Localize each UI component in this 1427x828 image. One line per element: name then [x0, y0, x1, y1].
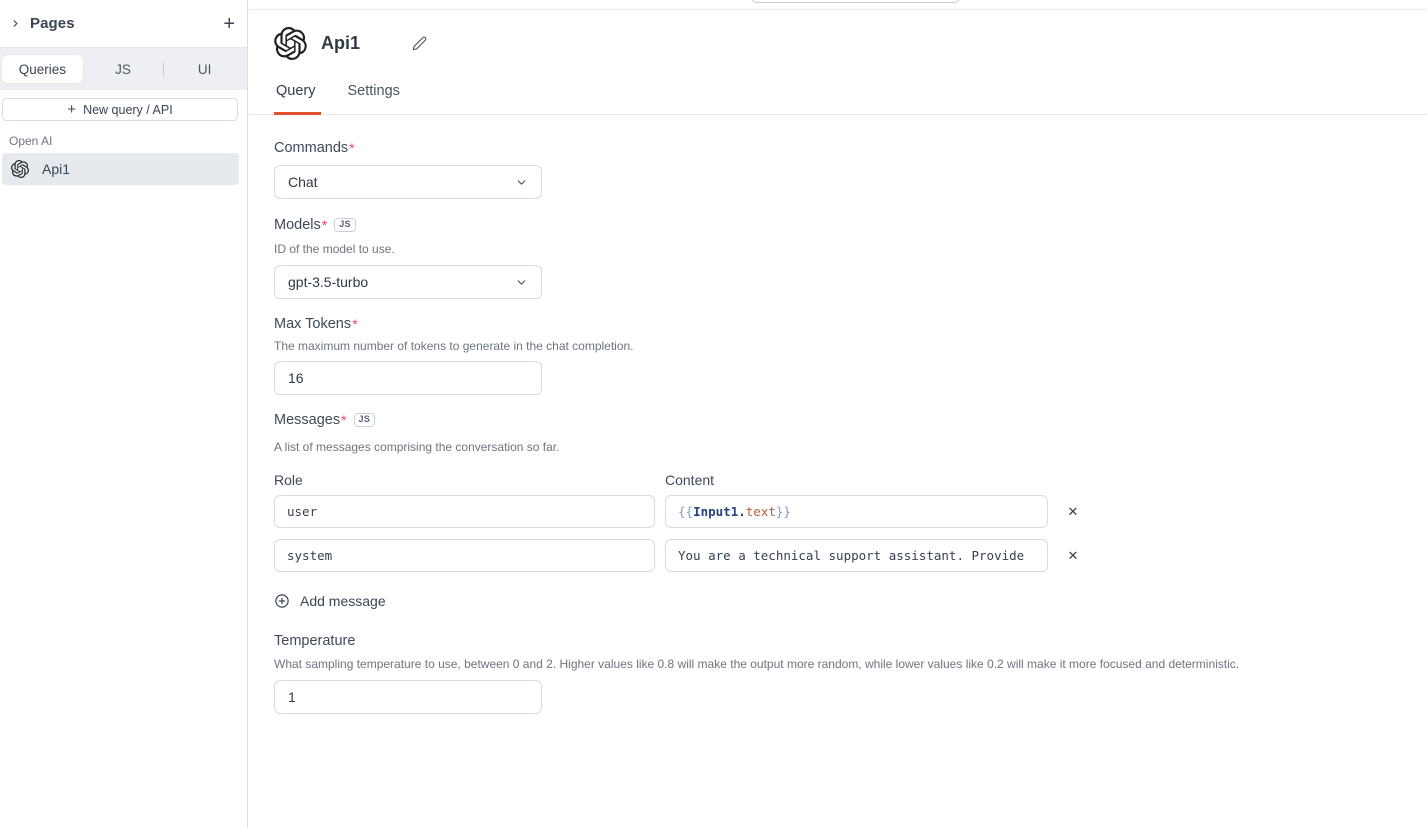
- required-asterisk: *: [322, 217, 327, 233]
- tab-settings[interactable]: Settings: [346, 83, 405, 115]
- required-asterisk: *: [352, 316, 357, 332]
- required-asterisk: *: [349, 140, 354, 156]
- field-temperature: Temperature What sampling temperature to…: [274, 633, 1427, 714]
- models-help: ID of the model to use.: [274, 242, 1427, 256]
- sidebar: Pages + Queries JS UI + New query / API …: [0, 0, 248, 828]
- js-toggle-badge[interactable]: JS: [354, 413, 376, 427]
- new-query-label: New query / API: [83, 103, 173, 117]
- app-name-input-partial[interactable]: [750, 0, 961, 3]
- temperature-help: What sampling temperature to use, betwee…: [274, 657, 1427, 671]
- chevron-down-icon: [515, 276, 528, 289]
- openai-icon: [11, 160, 29, 178]
- messages-label: Messages* JS: [274, 412, 1427, 428]
- chevron-right-icon[interactable]: [10, 18, 21, 29]
- query-settings-tabs: Query Settings: [249, 83, 1427, 115]
- temperature-input[interactable]: 1: [274, 680, 542, 714]
- query-title: Api1: [321, 33, 360, 54]
- tab-ui[interactable]: UI: [164, 55, 245, 83]
- messages-help: A list of messages comprising the conver…: [274, 440, 1427, 454]
- plus-icon: +: [67, 102, 76, 117]
- add-message-label: Add message: [300, 593, 386, 609]
- pages-header: Pages +: [0, 0, 247, 48]
- field-models: Models* JS ID of the model to use. gpt-3…: [274, 217, 1427, 299]
- max-tokens-label: Max Tokens*: [274, 316, 1427, 332]
- js-toggle-badge[interactable]: JS: [334, 218, 356, 232]
- add-message-button[interactable]: Add message: [274, 593, 1427, 609]
- chevron-down-icon: [515, 176, 528, 189]
- message-role-input[interactable]: system: [274, 539, 655, 572]
- field-commands: Commands* Chat: [274, 140, 1427, 199]
- message-content-input[interactable]: {{Input1.text}}: [665, 495, 1048, 528]
- openai-logo: [274, 27, 307, 60]
- message-role-input[interactable]: user: [274, 495, 655, 528]
- tab-query[interactable]: Query: [274, 83, 321, 115]
- query-form: Commands* Chat Models* JS ID of the mode…: [249, 115, 1427, 714]
- remove-message-icon[interactable]: ✕: [1065, 502, 1082, 521]
- models-select[interactable]: gpt-3.5-turbo: [274, 265, 542, 299]
- field-max-tokens: Max Tokens* The maximum number of tokens…: [274, 316, 1427, 395]
- new-query-button[interactable]: + New query / API: [2, 98, 238, 121]
- message-content-input[interactable]: You are a technical support assistant. P…: [665, 539, 1048, 572]
- query-editor-panel: Api1 Query Settings Commands* Chat Model…: [249, 0, 1427, 828]
- models-value: gpt-3.5-turbo: [288, 274, 368, 290]
- tab-queries[interactable]: Queries: [2, 55, 83, 83]
- max-tokens-input[interactable]: 16: [274, 361, 542, 395]
- query-item-label: Api1: [42, 161, 70, 177]
- query-list-item-api1[interactable]: Api1: [2, 153, 239, 185]
- temperature-label: Temperature: [274, 633, 1427, 649]
- field-messages: Messages* JS A list of messages comprisi…: [274, 412, 1427, 609]
- sidebar-tab-bar: Queries JS UI: [0, 48, 247, 90]
- remove-message-icon[interactable]: ✕: [1065, 546, 1082, 565]
- pages-title: Pages: [30, 15, 75, 32]
- required-asterisk: *: [341, 412, 346, 428]
- commands-label: Commands*: [274, 140, 1427, 156]
- role-column-header: Role: [274, 472, 655, 488]
- tab-js[interactable]: JS: [83, 55, 164, 83]
- content-column-header: Content: [665, 472, 1048, 488]
- models-label: Models* JS: [274, 217, 1427, 233]
- plus-circle-icon: [274, 593, 290, 609]
- messages-grid: Role Content user {{Input1.text}} ✕ syst…: [274, 472, 1427, 572]
- edit-name-icon[interactable]: [412, 36, 427, 51]
- commands-value: Chat: [288, 174, 318, 190]
- topbar-divider: [249, 9, 1427, 10]
- commands-select[interactable]: Chat: [274, 165, 542, 199]
- datasource-group-label: Open AI: [9, 134, 247, 148]
- add-page-button[interactable]: +: [223, 14, 235, 34]
- max-tokens-help: The maximum number of tokens to generate…: [274, 339, 1427, 353]
